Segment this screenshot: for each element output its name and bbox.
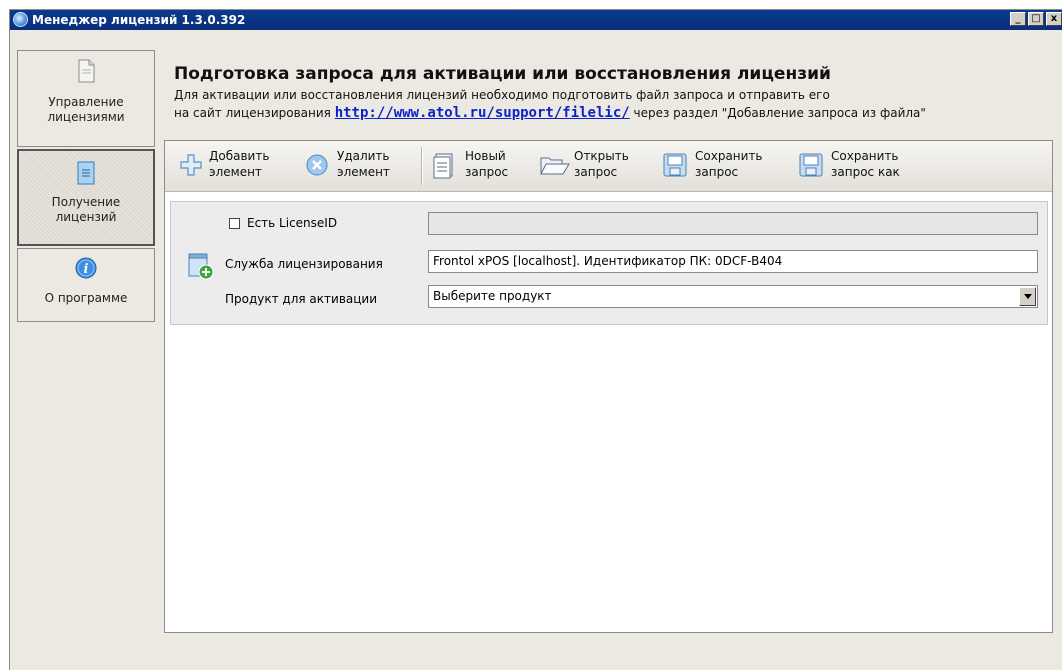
page-title: Подготовка запроса для активации или вос… (174, 64, 831, 84)
license-id-label[interactable]: Есть LicenseID (247, 216, 337, 230)
folder-open-icon (540, 157, 570, 175)
description-line: Для активации или восстановления лицензи… (174, 88, 830, 102)
save-as-icon (799, 153, 823, 177)
service-input[interactable]: Frontol xPOS [localhost]. Идентификатор … (428, 250, 1038, 273)
svg-text:i: i (84, 262, 89, 277)
button-label-2: запрос (574, 165, 618, 179)
document-icon (78, 59, 95, 83)
new-request-button[interactable]: Новый запрос (433, 146, 523, 186)
sidebar-item-label: О программе (44, 291, 128, 305)
sidebar-item-label: Управление лицензиями (47, 95, 125, 124)
product-select-value: Выберите продукт (433, 289, 552, 303)
button-label-1: Новый (465, 149, 506, 163)
add-element-button[interactable]: Добавить элемент (179, 146, 289, 186)
minimize-button[interactable]: _ (1010, 12, 1026, 26)
blue-doc-icon (77, 161, 95, 185)
product-label: Продукт для активации (225, 292, 378, 306)
button-label-1: Добавить (209, 149, 270, 163)
description-suffix: через раздел "Добавление запроса из файл… (629, 106, 926, 120)
button-label-1: Сохранить (831, 149, 899, 163)
new-document-icon (433, 153, 453, 179)
close-button[interactable]: x (1046, 12, 1062, 26)
plus-icon (180, 154, 202, 176)
button-label-1: Удалить (337, 149, 390, 163)
button-label-2: запрос (695, 165, 739, 179)
request-form: Есть LicenseID Служба лицензирования Fro… (170, 201, 1048, 325)
main-panel: Добавить элемент Удалить элемент Новый запр… (164, 140, 1053, 633)
button-label-2: запрос (465, 165, 509, 179)
title-bar[interactable]: Менеджер лицензий 1.3.0.392 _ □ x (10, 10, 1062, 30)
sidebar-item-get-licenses[interactable]: Получение лицензий (17, 149, 155, 246)
chevron-down-icon[interactable] (1019, 287, 1036, 306)
button-label-1: Открыть (574, 149, 629, 163)
save-icon (663, 153, 687, 177)
maximize-button[interactable]: □ (1028, 12, 1044, 26)
window-title: Менеджер лицензий 1.3.0.392 (32, 13, 246, 27)
licensing-site-link[interactable]: http://www.atol.ru/support/filelic/ (335, 105, 630, 121)
toolbar-separator (421, 147, 423, 185)
button-label-2: элемент (209, 165, 262, 179)
open-request-button[interactable]: Открыть запрос (540, 146, 650, 186)
sidebar-item-license-management[interactable]: Управление лицензиями (17, 50, 155, 147)
window-controls: _ □ x (1010, 12, 1062, 26)
remove-circle-icon (306, 154, 328, 176)
app-icon (13, 12, 28, 27)
license-id-input (428, 212, 1038, 235)
info-icon: i (75, 257, 97, 279)
license-id-checkbox[interactable] (229, 218, 240, 229)
save-request-as-button[interactable]: Сохранить запрос как (799, 146, 929, 186)
sidebar-item-label: Получение лицензий (51, 195, 121, 224)
button-label-2: запрос как (831, 165, 900, 179)
save-request-button[interactable]: Сохранить запрос (663, 146, 783, 186)
description-prefix: на сайт лицензирования (174, 106, 335, 120)
button-label-1: Сохранить (695, 149, 763, 163)
service-label: Служба лицензирования (225, 257, 383, 271)
button-label-2: элемент (337, 165, 390, 179)
toolbar: Добавить элемент Удалить элемент Новый запр… (165, 141, 1052, 192)
remove-element-button[interactable]: Удалить элемент (305, 146, 415, 186)
sidebar-item-about[interactable]: i О программе (17, 248, 155, 322)
add-service-icon[interactable] (187, 252, 215, 280)
description-line-2: на сайт лицензирования http://www.atol.r… (174, 105, 926, 121)
product-select[interactable]: Выберите продукт (428, 285, 1038, 308)
